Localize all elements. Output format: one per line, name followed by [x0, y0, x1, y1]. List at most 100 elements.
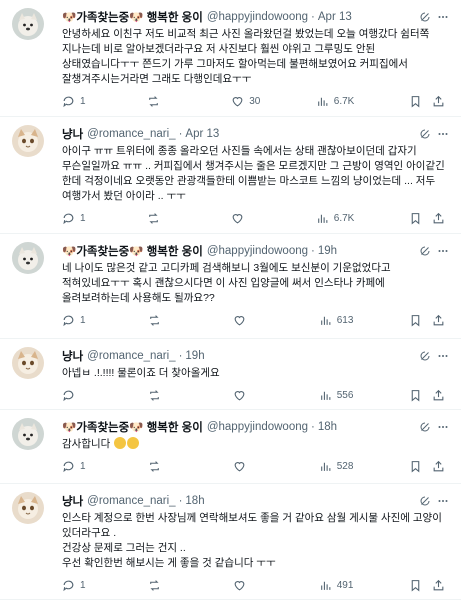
more-icon[interactable] — [437, 128, 449, 140]
reply-button[interactable] — [62, 389, 92, 402]
reply-button[interactable]: 1 — [62, 314, 92, 327]
bookmark-icon[interactable] — [409, 212, 422, 225]
retweet-button[interactable] — [148, 314, 178, 327]
author-handle[interactable]: @happyjindowoong — [207, 245, 308, 257]
avatar[interactable] — [12, 418, 44, 450]
views-button[interactable]: 6.7K — [316, 95, 355, 108]
views-icon — [320, 462, 331, 471]
retweet-button[interactable] — [148, 389, 178, 402]
tweet-text-content: 감사합니다 — [62, 438, 111, 450]
timestamp[interactable]: 19h — [318, 245, 337, 257]
reply-count: 1 — [80, 213, 86, 224]
tweet[interactable]: 🐶가족찾는중🐶 행복한 웅이 @happyjindowoong · 19h 네 … — [0, 234, 461, 339]
timestamp[interactable]: 19h — [185, 350, 204, 362]
separator-dot: · — [311, 421, 315, 433]
like-button[interactable] — [233, 314, 263, 327]
share-icon[interactable] — [432, 212, 445, 225]
timestamp[interactable]: Apr 13 — [185, 128, 219, 140]
author-handle[interactable]: @romance_nari_ — [87, 350, 175, 362]
more-icon[interactable] — [437, 421, 449, 433]
views-icon — [317, 97, 328, 106]
author-handle[interactable]: @happyjindowoong — [207, 11, 308, 23]
view-count: 6.7K — [333, 213, 355, 224]
tweet-text: 네 나이도 많은것 같고 고디카페 검색해보니 3월에도 보신분이 기운없었다고… — [62, 262, 394, 304]
reply-button[interactable]: 1 — [62, 95, 92, 108]
retweet-button[interactable] — [147, 95, 177, 108]
reply-icon — [63, 461, 74, 473]
author-name[interactable]: 냥나 — [62, 126, 83, 142]
tweet[interactable]: 냥나 @romance_nari_ · 19h 아넵ㅂ .!.!!!! 물론이죠… — [0, 339, 461, 410]
views-icon — [320, 581, 331, 590]
author-name[interactable]: 냥나 — [62, 493, 83, 509]
tweet[interactable]: 냥나 @romance_nari_ · Apr 13 아이구 ㅠㅠ 트위터에 종… — [0, 117, 461, 234]
view-count: 613 — [336, 315, 354, 326]
views-button[interactable]: 556 — [319, 389, 353, 402]
reply-button[interactable]: 1 — [62, 460, 92, 473]
avatar[interactable] — [12, 347, 44, 379]
tweet[interactable]: 🐶가족찾는중🐶 행복한 웅이 @happyjindowoong · 18h 감사… — [0, 410, 461, 484]
like-button[interactable] — [233, 579, 263, 592]
author-name[interactable]: 냥나 — [62, 348, 83, 364]
views-button[interactable]: 491 — [319, 579, 353, 592]
crying-emoji-icon — [114, 437, 127, 449]
like-button[interactable] — [233, 389, 263, 402]
author-handle[interactable]: @romance_nari_ — [87, 495, 175, 507]
share-icon[interactable] — [432, 389, 445, 402]
timestamp[interactable]: 18h — [185, 495, 204, 507]
views-button[interactable]: 528 — [319, 460, 353, 473]
share-icon[interactable] — [432, 95, 445, 108]
more-icon[interactable] — [437, 245, 449, 257]
grok-icon[interactable] — [419, 495, 431, 507]
retweet-icon — [149, 461, 159, 472]
like-button[interactable] — [231, 212, 261, 225]
tweet[interactable]: 🐶가족찾는중🐶 행복한 웅이 @happyjindowoong · Apr 13… — [0, 0, 461, 117]
reply-button[interactable]: 1 — [62, 212, 92, 225]
tweet[interactable]: 냥나 @romance_nari_ · 18h 인스타 계정으로 한번 사장님께… — [0, 484, 461, 600]
avatar[interactable] — [12, 8, 44, 40]
grok-icon[interactable] — [419, 350, 431, 362]
reply-count: 1 — [80, 461, 86, 472]
more-icon[interactable] — [437, 11, 449, 23]
separator-dot: · — [311, 245, 315, 257]
separator-dot: · — [178, 495, 183, 507]
author-handle[interactable]: @happyjindowoong — [207, 421, 308, 433]
more-icon[interactable] — [437, 495, 449, 507]
author-name[interactable]: 🐶가족찾는중🐶 행복한 웅이 — [62, 9, 203, 25]
retweet-icon — [149, 580, 159, 591]
avatar[interactable] — [12, 492, 44, 524]
timestamp[interactable]: Apr 13 — [318, 11, 352, 23]
share-icon[interactable] — [432, 460, 445, 473]
timestamp[interactable]: 18h — [318, 421, 337, 433]
author-handle[interactable]: @romance_nari_ — [87, 128, 175, 140]
grok-icon[interactable] — [419, 128, 431, 140]
share-icon[interactable] — [432, 579, 445, 592]
views-button[interactable]: 613 — [319, 314, 354, 327]
grok-icon[interactable] — [419, 245, 431, 257]
grok-icon[interactable] — [419, 11, 431, 23]
views-icon — [320, 316, 331, 325]
view-count: 6.7K — [333, 96, 355, 107]
bookmark-icon[interactable] — [409, 314, 422, 327]
bookmark-icon[interactable] — [409, 579, 422, 592]
like-icon — [234, 316, 245, 326]
like-button[interactable] — [233, 460, 263, 473]
reply-icon — [63, 580, 74, 592]
avatar[interactable] — [12, 125, 44, 157]
avatar[interactable] — [12, 242, 44, 274]
reply-count: 1 — [80, 315, 86, 326]
retweet-button[interactable] — [148, 460, 178, 473]
retweet-button[interactable] — [147, 212, 177, 225]
author-name[interactable]: 🐶가족찾는중🐶 행복한 웅이 — [62, 419, 203, 435]
grok-icon[interactable] — [419, 421, 431, 433]
views-button[interactable]: 6.7K — [316, 212, 355, 225]
bookmark-icon[interactable] — [409, 389, 422, 402]
bookmark-icon[interactable] — [409, 460, 422, 473]
reply-thread: 🐶가족찾는중🐶 행복한 웅이 @happyjindowoong · Apr 13… — [0, 0, 461, 600]
author-name[interactable]: 🐶가족찾는중🐶 행복한 웅이 — [62, 243, 203, 259]
reply-button[interactable]: 1 — [62, 579, 92, 592]
retweet-button[interactable] — [148, 579, 178, 592]
share-icon[interactable] — [432, 314, 445, 327]
bookmark-icon[interactable] — [409, 95, 422, 108]
more-icon[interactable] — [437, 350, 449, 362]
like-button[interactable]: 30 — [231, 95, 261, 108]
